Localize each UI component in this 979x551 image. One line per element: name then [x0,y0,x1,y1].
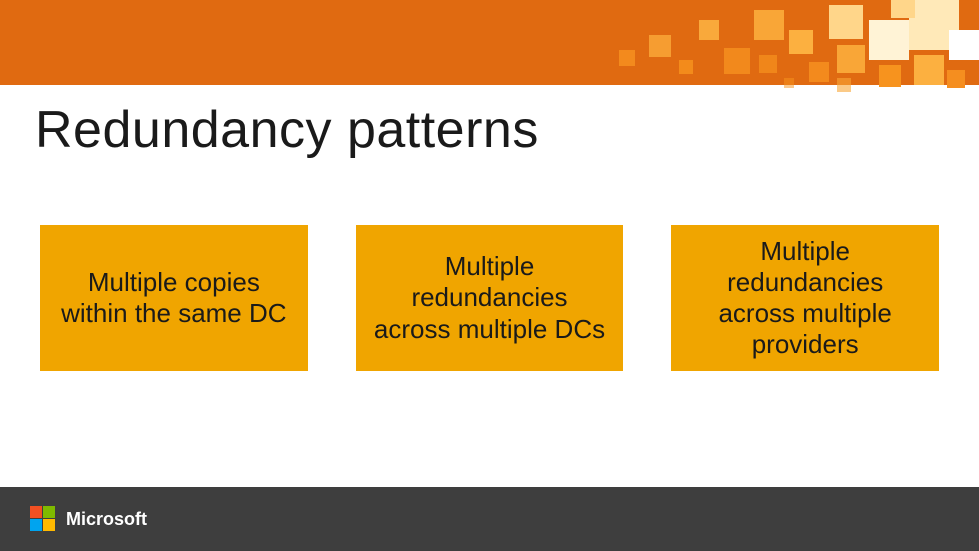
footer-bar: Microsoft [0,487,979,551]
footer-brand-text: Microsoft [66,509,147,530]
slide-title: Redundancy patterns [35,100,539,160]
slide-container: Redundancy patterns Multiple copies with… [0,0,979,551]
pattern-box-3: Multiple redundancies across multiple pr… [671,225,939,371]
decorative-corner-graphic [579,0,979,105]
pattern-box-1: Multiple copies within the same DC [40,225,308,371]
pattern-box-label: Multiple redundancies across multiple DC… [374,251,606,345]
pattern-box-2: Multiple redundancies across multiple DC… [356,225,624,371]
pattern-box-label: Multiple redundancies across multiple pr… [689,236,921,361]
pattern-box-label: Multiple copies within the same DC [58,267,290,329]
microsoft-logo-icon [30,506,56,532]
pattern-boxes: Multiple copies within the same DC Multi… [0,225,979,371]
